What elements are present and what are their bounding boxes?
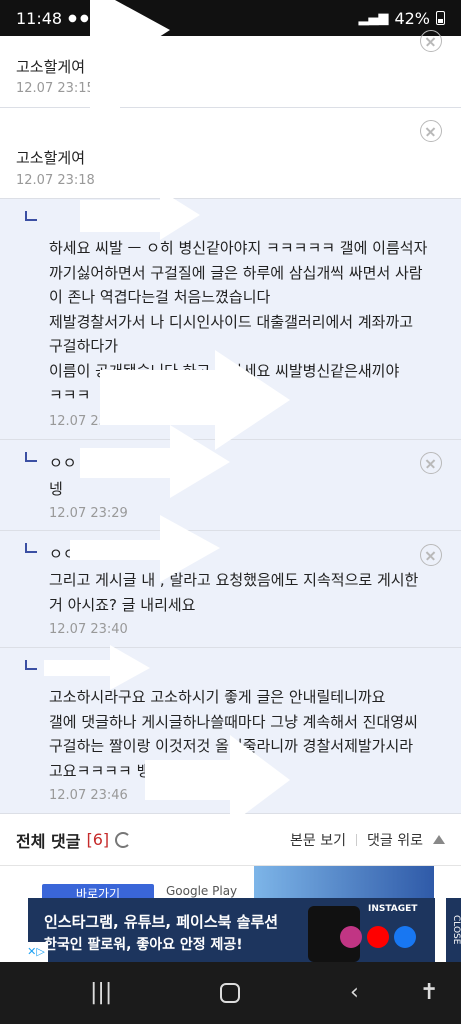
app-banner: 바로가기 Google Play — [0, 866, 461, 898]
delete-circle-icon[interactable] — [420, 120, 442, 142]
delete-circle-icon[interactable] — [420, 452, 442, 474]
google-play-badge[interactable]: Google Play — [166, 884, 237, 898]
comment-time: 12.07 23:18 — [16, 173, 95, 188]
delete-circle-icon[interactable] — [420, 30, 442, 52]
facebook-icon — [394, 926, 416, 948]
menu-icon[interactable]: ||| — [90, 980, 112, 1005]
comments-top-link[interactable]: 댓글 위로 — [367, 830, 423, 850]
comment-item: 고소할게여 12.07 23:15 — [0, 30, 461, 108]
system-nav-bar: ||| ‹ ✝ — [0, 962, 461, 1024]
reply-text: 넹 — [49, 480, 63, 498]
reply-mark-icon — [25, 211, 37, 221]
reply-item: ㅇㅇ 넹 12.07 23:29 — [0, 440, 461, 531]
reply-mark-icon — [25, 660, 37, 670]
reply-author[interactable]: ㅇㅇ — [49, 543, 77, 564]
battery-icon — [436, 11, 445, 25]
reply-author[interactable]: ㅇㅇ — [49, 452, 77, 473]
ad-close-button[interactable]: CLOSE — [446, 898, 461, 962]
battery-text: 42% — [394, 8, 430, 28]
comment-count: [6] — [86, 830, 110, 849]
reply-time: 12.07 23:26 — [49, 414, 128, 429]
ad-headline: 인스타그램, 유튜브, 페이스북 솔루션 — [44, 913, 279, 931]
comment-time: 12.07 23:15 — [16, 81, 95, 96]
status-bar: 11:48 ● ● ▂▄▆ 42% — [0, 0, 461, 36]
shortcut-button[interactable]: 바로가기 — [42, 884, 154, 898]
view-post-link[interactable]: 본문 보기 — [290, 830, 346, 850]
accessibility-icon[interactable]: ✝ — [420, 980, 438, 1005]
reply-text: 그리고 게시글 내 , 랄라고 요청했음에도 지속적으로 게시한 거 아시죠? … — [49, 571, 419, 614]
ad-brand: INSTAGET — [368, 904, 418, 914]
reply-text: 고소하시라구요 고소하시기 좋게 글은 안내릴테니까요 갤에 댓글하나 게시글하… — [49, 688, 418, 780]
reply-item: 고소하시라구요 고소하시기 좋게 글은 안내릴테니까요 갤에 댓글하나 게시글하… — [0, 648, 461, 814]
reply-text: 하세요 씨발 ㅡ ㅇ히 병신같아야지 ㅋㅋㅋㅋㅋ 갤에 이름석자 까기싫어하면서… — [49, 239, 428, 404]
comment-footer: 전체 댓글 [6] 본문 보기 댓글 위로 — [0, 814, 461, 866]
up-arrow-icon[interactable] — [433, 835, 445, 844]
notification-icon: ● ● — [68, 12, 89, 24]
comment-author[interactable]: 고소할게여 — [16, 147, 85, 168]
ad-banner[interactable]: 인스타그램, 유튜브, 페이스북 솔루션 한국인 팔로워, 좋아요 안정 제공!… — [0, 898, 461, 962]
signal-icon: ▂▄▆ — [358, 10, 389, 26]
divider — [356, 833, 358, 846]
comment-item: 고소할게여 12.07 23:18 — [0, 108, 461, 199]
reply-time: 12.07 23:46 — [49, 788, 128, 803]
reply-time: 12.07 23:40 — [49, 622, 128, 637]
reply-item: ㅇㅇ 그리고 게시글 내 , 랄라고 요청했음에도 지속적으로 게시한 거 아시… — [0, 531, 461, 648]
ad-content[interactable]: 인스타그램, 유튜브, 페이스북 솔루션 한국인 팔로워, 좋아요 안정 제공!… — [28, 898, 435, 962]
banner-artwork — [254, 866, 434, 898]
total-comments-label: 전체 댓글 — [16, 831, 81, 851]
reply-mark-icon — [25, 452, 37, 462]
reply-mark-icon — [25, 543, 37, 553]
reply-time: 12.07 23:29 — [49, 506, 128, 521]
delete-circle-icon[interactable] — [420, 544, 442, 566]
reply-item: 하세요 씨발 ㅡ ㅇ히 병신같아야지 ㅋㅋㅋㅋㅋ 갤에 이름석자 까기싫어하면서… — [0, 199, 461, 440]
status-time: 11:48 — [16, 8, 63, 28]
refresh-icon[interactable] — [115, 831, 132, 848]
comment-author[interactable]: 고소할게여 — [16, 56, 85, 77]
home-icon[interactable] — [220, 983, 240, 1003]
ad-info-icon[interactable]: ✕▷ — [24, 942, 48, 962]
social-icons — [340, 926, 416, 948]
instagram-icon — [340, 926, 362, 948]
back-icon[interactable]: ‹ — [350, 980, 359, 1005]
youtube-icon — [367, 926, 389, 948]
ad-subline: 한국인 팔로워, 좋아요 안정 제공! — [44, 937, 243, 953]
